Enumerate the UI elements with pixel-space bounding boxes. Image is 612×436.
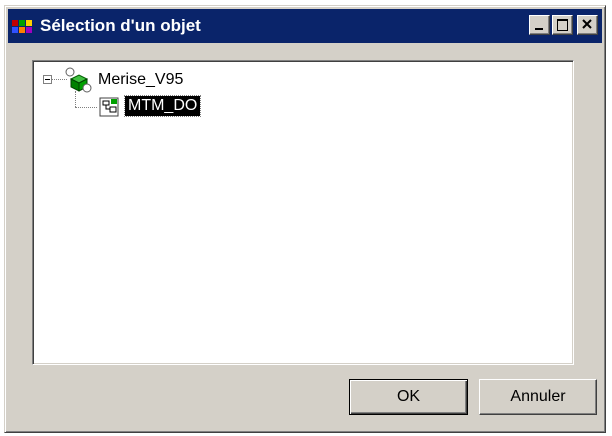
cancel-button[interactable]: Annuler	[479, 379, 597, 415]
window-title: Sélection d'un objet	[40, 16, 201, 35]
tree-connector	[75, 91, 76, 107]
tree-connector	[75, 107, 97, 108]
object-tree[interactable]: Merise_V95 MTM_DO	[32, 60, 574, 365]
caption-buttons	[529, 15, 598, 35]
selection-dialog: Sélection d'un objet Merise_V95 MTM_DO O…	[4, 5, 606, 433]
ok-button[interactable]: OK	[349, 379, 468, 415]
tree-node-label-selected[interactable]: MTM_DO	[123, 95, 202, 117]
package-model-icon	[65, 67, 93, 93]
collapse-toggle[interactable]	[43, 75, 52, 84]
minimize-button[interactable]	[529, 15, 550, 35]
tree-node-label[interactable]: Merise_V95	[98, 71, 183, 89]
app-icon	[12, 17, 34, 35]
document-model-icon	[99, 96, 121, 118]
maximize-button[interactable]	[552, 15, 573, 35]
close-icon	[582, 19, 592, 29]
close-button[interactable]	[577, 15, 598, 35]
title-bar[interactable]: Sélection d'un objet	[8, 9, 602, 43]
